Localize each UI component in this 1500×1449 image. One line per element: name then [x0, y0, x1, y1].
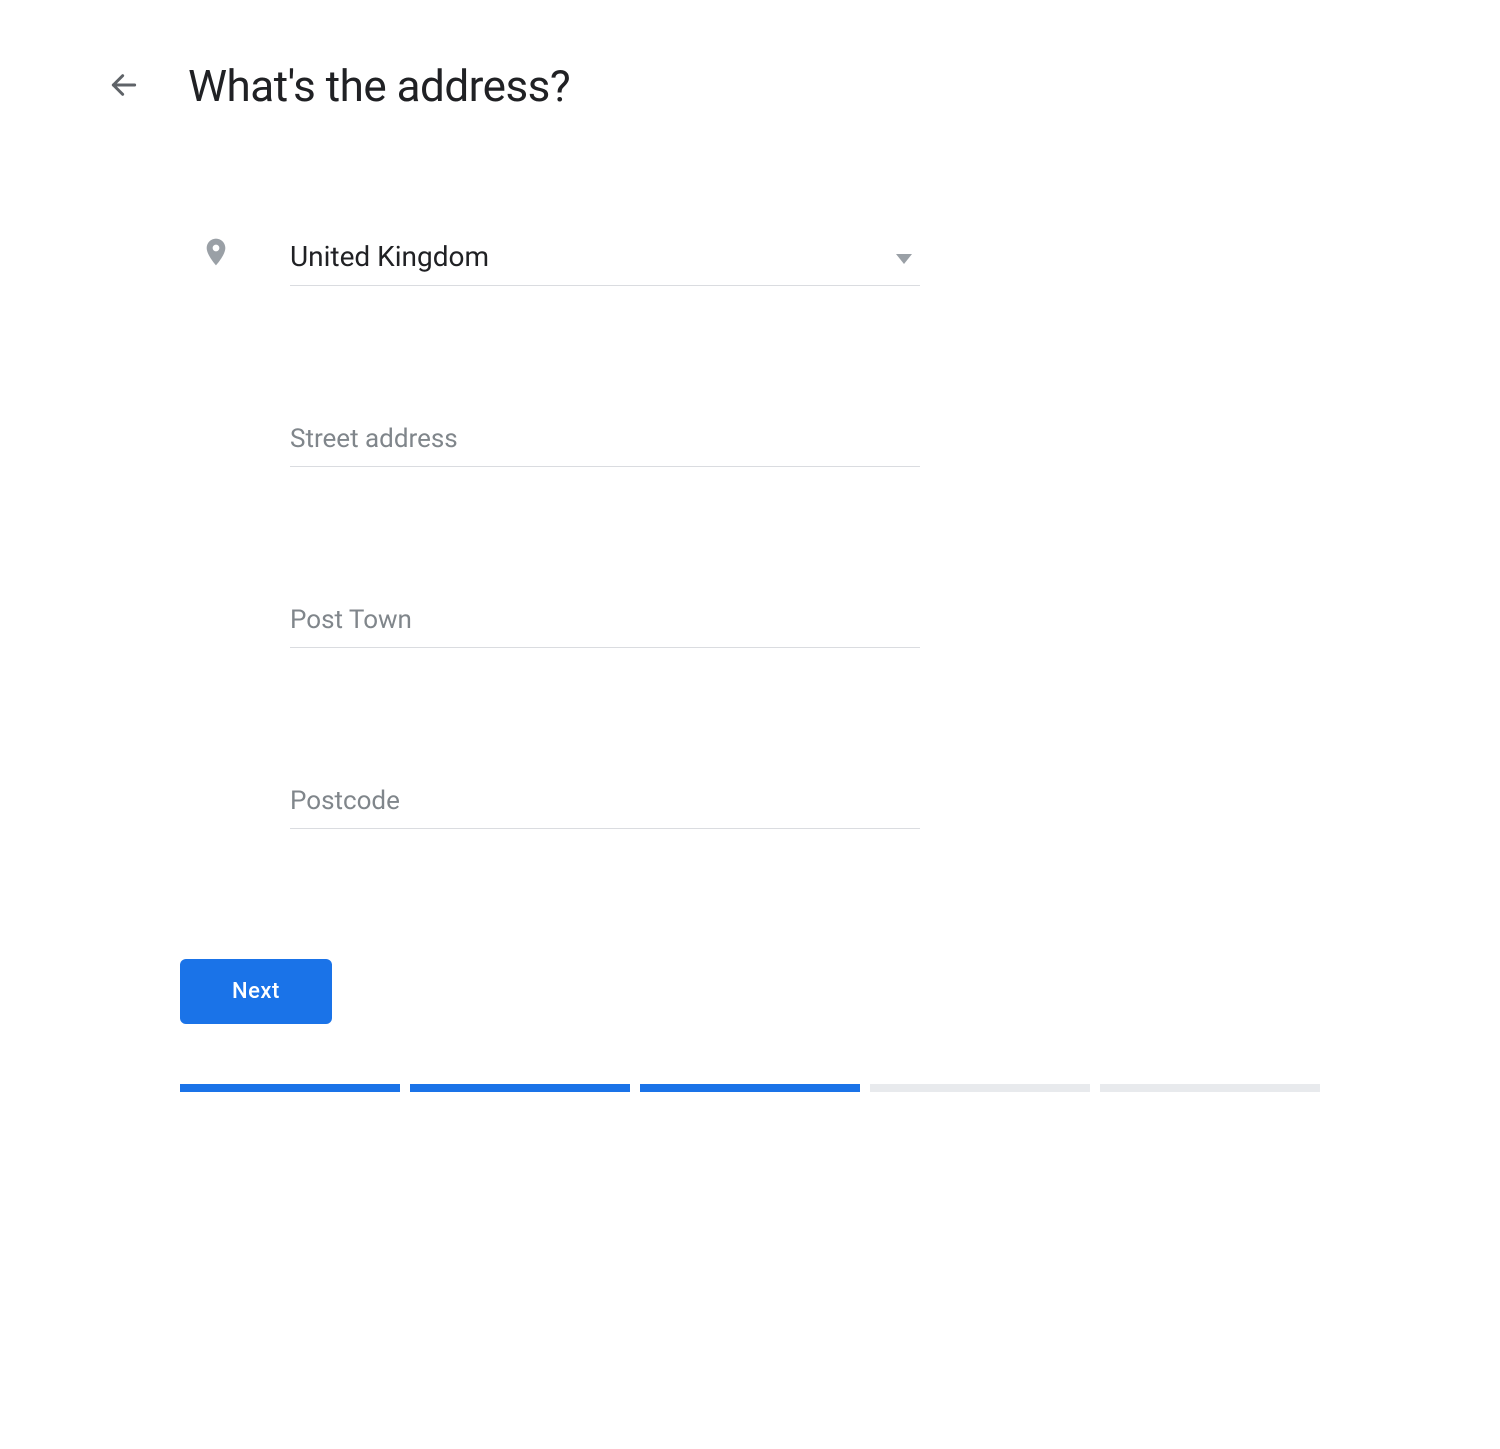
town-row: [200, 597, 1400, 648]
progress-step: [410, 1084, 630, 1092]
postcode-field-wrap: [290, 778, 920, 829]
street-row: [200, 416, 1400, 467]
location-pin-icon: [200, 232, 290, 268]
button-row: Next: [100, 959, 1400, 1024]
country-field-wrap: United Kingdom: [290, 232, 920, 286]
progress-step: [870, 1084, 1090, 1092]
progress-step: [180, 1084, 400, 1092]
page-title: What's the address?: [188, 60, 570, 112]
postcode-row: [200, 778, 1400, 829]
back-button[interactable]: [100, 61, 148, 112]
country-select[interactable]: United Kingdom: [290, 232, 920, 286]
country-row: United Kingdom: [200, 232, 1400, 286]
address-form: United Kingdom: [100, 232, 1400, 829]
progress-bar: [100, 1084, 1400, 1092]
progress-step: [1100, 1084, 1320, 1092]
arrow-left-icon: [108, 69, 140, 104]
town-field-wrap: [290, 597, 920, 648]
next-button[interactable]: Next: [180, 959, 332, 1024]
post-town-input[interactable]: [290, 597, 920, 648]
street-field-wrap: [290, 416, 920, 467]
progress-step: [640, 1084, 860, 1092]
street-address-input[interactable]: [290, 416, 920, 467]
postcode-input[interactable]: [290, 778, 920, 829]
page-header: What's the address?: [100, 60, 1400, 112]
page-container: What's the address? United Kingdom: [0, 0, 1500, 1092]
